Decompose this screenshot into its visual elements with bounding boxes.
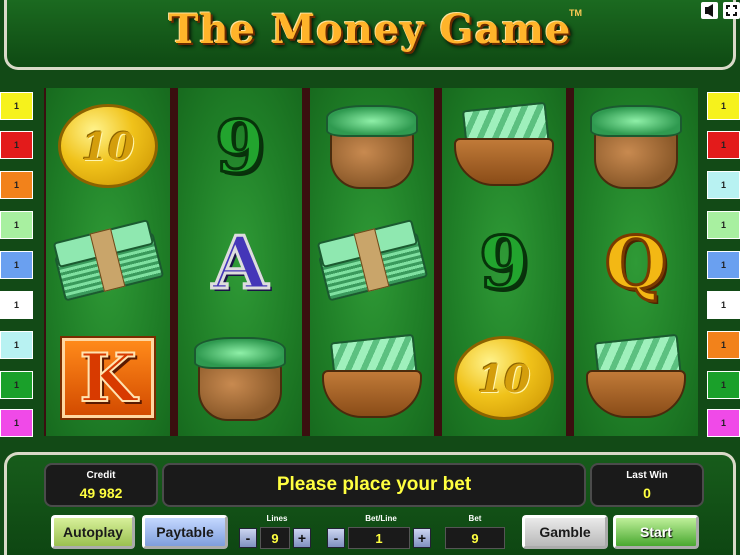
reel-4: 9 10 [442,88,566,436]
paytable-button[interactable]: Paytable [142,515,228,549]
reel-cell: Q [574,204,698,320]
payline-marker-right-7: 1 [707,331,740,359]
king-letter: K [78,338,137,418]
gold-coin-symbol: 10 [454,336,554,420]
cash-stack-symbol [51,219,165,306]
wallet-symbol [322,333,422,420]
payline-marker-left-9: 1 [0,409,33,437]
autoplay-button[interactable]: Autoplay [51,515,135,549]
last-win-value: 0 [643,485,651,501]
reel-cell [310,320,434,436]
lines-label: Lines [266,514,288,523]
bet-label: Bet [468,514,482,523]
reel-cell [442,88,566,204]
status-message: Please place your bet [276,474,472,495]
payline-marker-right-8: 1 [707,371,740,399]
reel-cell: 10 [46,88,170,204]
money-bag-symbol [324,99,420,193]
reel-cell [574,320,698,436]
payline-marker-left-4: 1 [0,211,33,239]
trademark-mark: TM [569,8,582,18]
queen-symbol: Q [603,218,669,306]
bet-per-line-label: Bet/Line [365,514,397,523]
payline-marker-left-3: 1 [0,171,33,199]
payline-marker-left-7: 1 [0,331,33,359]
reel-cell [574,88,698,204]
money-bag-symbol [192,331,288,425]
payline-marker-right-2: 1 [707,131,740,159]
wallet-symbol [586,333,686,420]
reel-2: 9A [178,88,302,436]
lines-value: 9 [260,527,290,549]
lines-decrease-button[interactable]: - [239,528,257,548]
payline-marker-left-8: 1 [0,371,33,399]
start-button[interactable]: Start [613,515,699,549]
gamble-button[interactable]: Gamble [522,515,608,549]
game-title: The Money Game [168,6,572,53]
nine-symbol: 9 [477,218,530,306]
reel-cell: 9 [178,88,302,204]
reel-5: Q [574,88,698,436]
king-symbol: K [60,336,156,420]
credit-label: Credit [86,470,116,481]
coin-value: 10 [81,123,135,169]
last-win-label: Last Win [626,470,668,481]
reel-1: 10 K [46,88,170,436]
coin-value: 10 [477,355,531,401]
payline-marker-right-6: 1 [707,291,740,319]
payline-marker-left-2: 1 [0,131,33,159]
slot-game: The Money Game TM 111111111 111111111 10… [0,0,740,555]
reel-cell: 9 [442,204,566,320]
wallet-symbol [454,101,554,188]
message-display: Please place your bet [162,463,586,507]
sound-icon[interactable] [701,2,718,19]
ace-symbol: A [211,218,270,306]
cash-stack-symbol [315,219,429,306]
reel-area: 10 K 9 A 9 10 Q [44,88,698,436]
bet-value: 9 [445,527,505,549]
payline-marker-left-5: 1 [0,251,33,279]
payline-marker-right-9: 1 [707,409,740,437]
bet-per-line-value: 1 [348,527,410,549]
bet-per-line-decrease-button[interactable]: - [327,528,345,548]
title-bar: The Money Game TM [4,0,740,70]
reel-cell [310,204,434,320]
payline-marker-left-1: 1 [0,92,33,120]
money-bag-symbol [588,99,684,193]
lines-increase-button[interactable]: + [293,528,311,548]
reel-cell: 10 [442,320,566,436]
last-win-display: Last Win 0 [590,463,704,507]
payline-marker-right-5: 1 [707,251,740,279]
nine-symbol: 9 [213,102,266,190]
payline-marker-right-4: 1 [707,211,740,239]
fullscreen-icon[interactable] [723,2,740,19]
payline-marker-left-6: 1 [0,291,33,319]
reel-cell: K [46,320,170,436]
reel-cell: A [178,204,302,320]
bet-per-line-increase-button[interactable]: + [413,528,431,548]
reel-cell [310,88,434,204]
payline-marker-right-3: 1 [707,171,740,199]
reel-cell [46,204,170,320]
control-panel: Credit 49 982 Please place your bet Last… [4,452,736,555]
reel-3 [310,88,434,436]
credit-value: 49 982 [79,485,123,501]
reel-cell [178,320,302,436]
credit-display: Credit 49 982 [44,463,158,507]
payline-marker-right-1: 1 [707,92,740,120]
gold-coin-symbol: 10 [58,104,158,188]
